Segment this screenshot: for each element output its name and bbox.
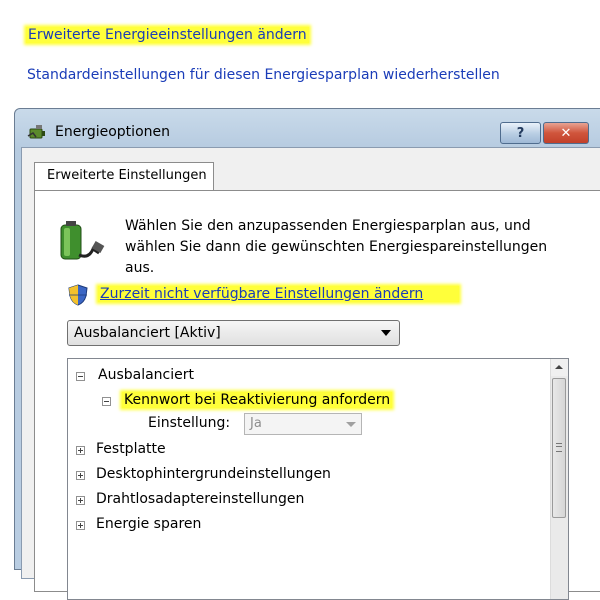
tree-item-ausbalanciert[interactable]: Ausbalanciert (76, 367, 194, 383)
setting-value: Ja (250, 416, 262, 431)
expand-icon[interactable] (76, 446, 85, 455)
tree-item-label: Ausbalanciert (98, 367, 194, 383)
tree-item-label: Desktophintergrundeinstellungen (96, 466, 331, 482)
setting-label: Einstellung: (148, 415, 231, 431)
tree-scrollbar[interactable] (550, 359, 568, 599)
tab-advanced-settings[interactable]: Erweiterte Einstellungen (34, 162, 214, 190)
chevron-down-icon (346, 422, 356, 427)
grip-icon (556, 443, 562, 452)
restore-defaults-link[interactable]: Standardeinstellungen für diesen Energie… (27, 67, 500, 83)
collapse-icon[interactable] (76, 372, 85, 381)
setting-row: Einstellung: (148, 415, 230, 431)
close-button[interactable]: ✕ (543, 122, 589, 144)
description-text: Wählen Sie den anzupassenden Energiespar… (125, 218, 548, 276)
tab-panel: Wählen Sie den anzupassenden Energiespar… (34, 190, 600, 600)
expand-icon[interactable] (76, 471, 85, 480)
tree-item-label: Energie sparen (96, 516, 202, 532)
tree-item-desktop-background[interactable]: Desktophintergrundeinstellungen (76, 466, 331, 482)
power-plan-select[interactable]: Ausbalanciert [Aktiv] (67, 320, 400, 346)
change-unavailable-settings-link[interactable]: Zurzeit nicht verfügbare Einstellungen ä… (98, 286, 460, 302)
tree-item-password[interactable]: Kennwort bei Reaktivierung anfordern (102, 392, 393, 408)
collapse-icon[interactable] (102, 397, 111, 406)
tree-item-festplatte[interactable]: Festplatte (76, 441, 166, 457)
uac-shield-icon (68, 284, 88, 306)
help-button[interactable]: ? (500, 122, 541, 144)
tree-item-wireless-adapter[interactable]: Drahtlosadaptereinstellungen (76, 491, 304, 507)
tree-item-sleep[interactable]: Energie sparen (76, 516, 201, 532)
dialog-client-area: Erweiterte Einstellungen Wählen Sie den … (21, 147, 600, 600)
power-plan-select-value: Ausbalanciert [Aktiv] (74, 325, 221, 341)
scroll-thumb[interactable] (552, 378, 566, 518)
battery-plug-icon (60, 221, 105, 260)
advanced-settings-link[interactable]: Erweiterte Energieeinstellungen ändern (26, 27, 309, 43)
expand-icon[interactable] (76, 521, 85, 530)
tree-item-label: Drahtlosadaptereinstellungen (96, 491, 305, 507)
expand-icon[interactable] (76, 496, 85, 505)
window-title: Energieoptionen (55, 124, 170, 140)
power-options-icon (27, 125, 45, 139)
scroll-up-icon[interactable] (551, 359, 568, 376)
tree-item-label: Kennwort bei Reaktivierung anfordern (122, 392, 393, 408)
chevron-down-icon (381, 330, 391, 336)
setting-value-select[interactable]: Ja (244, 413, 362, 435)
tree-item-label: Festplatte (96, 441, 166, 457)
power-options-window: Energieoptionen ? ✕ Erweiterte Einstellu… (14, 108, 600, 600)
settings-tree: Ausbalanciert Kennwort bei Reaktivierung… (67, 358, 569, 600)
